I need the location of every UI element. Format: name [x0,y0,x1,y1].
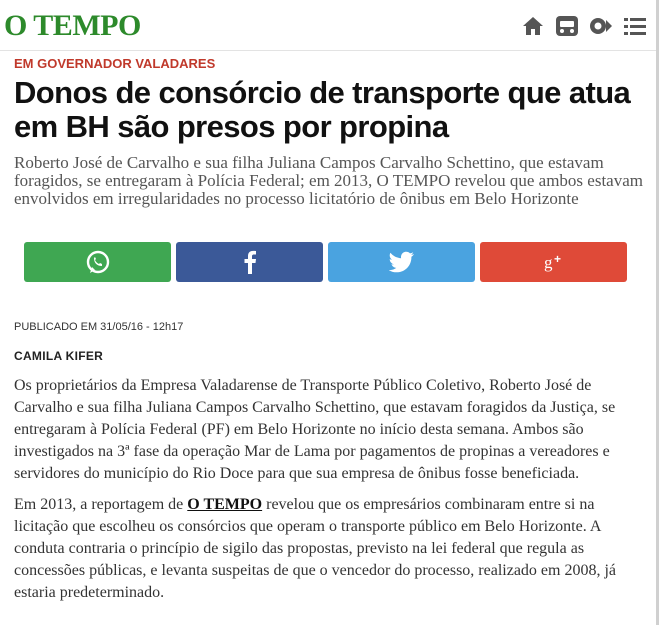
body-paragraph-1: Os proprietários da Empresa Valadarense … [14,377,616,482]
svg-text:g: g [544,253,553,272]
whatsapp-icon [86,250,109,274]
article-body: Os proprietários da Empresa Valadarense … [14,375,642,613]
section-label[interactable]: EM GOVERNADOR VALADARES [14,56,215,72]
article-lead: Roberto José de Carvalho e sua filha Jul… [14,153,643,208]
googleplus-icon: g + [544,252,561,272]
gallery-icon[interactable] [589,14,613,38]
home-icon[interactable] [521,14,545,38]
svg-text:+: + [554,252,561,266]
share-bar: g + [24,242,632,282]
twitter-share-button[interactable] [328,242,475,282]
menu-icon[interactable] [623,14,647,38]
facebook-share-button[interactable] [176,242,323,282]
published-date: PUBLICADO EM 31/05/16 - 12h17 [14,321,184,333]
whatsapp-share-button[interactable] [24,242,171,282]
article-title: Donos de consórcio de transporte que atu… [14,75,631,144]
car-icon[interactable] [555,14,579,38]
header-icons [521,14,647,38]
body-paragraph-2: Em 2013, a reportagem de O TEMPO revelou… [14,494,642,604]
site-header: O TEMPO [0,0,659,51]
twitter-icon [388,251,414,273]
o-tempo-link[interactable]: O TEMPO [187,496,262,513]
author-name[interactable]: CAMILA KIFER [14,349,103,363]
paragraph-2-start: Em 2013, a reportagem de [14,496,188,513]
googleplus-share-button[interactable]: g + [480,242,627,282]
facebook-icon [244,250,256,274]
site-logo[interactable]: O TEMPO [4,9,141,43]
